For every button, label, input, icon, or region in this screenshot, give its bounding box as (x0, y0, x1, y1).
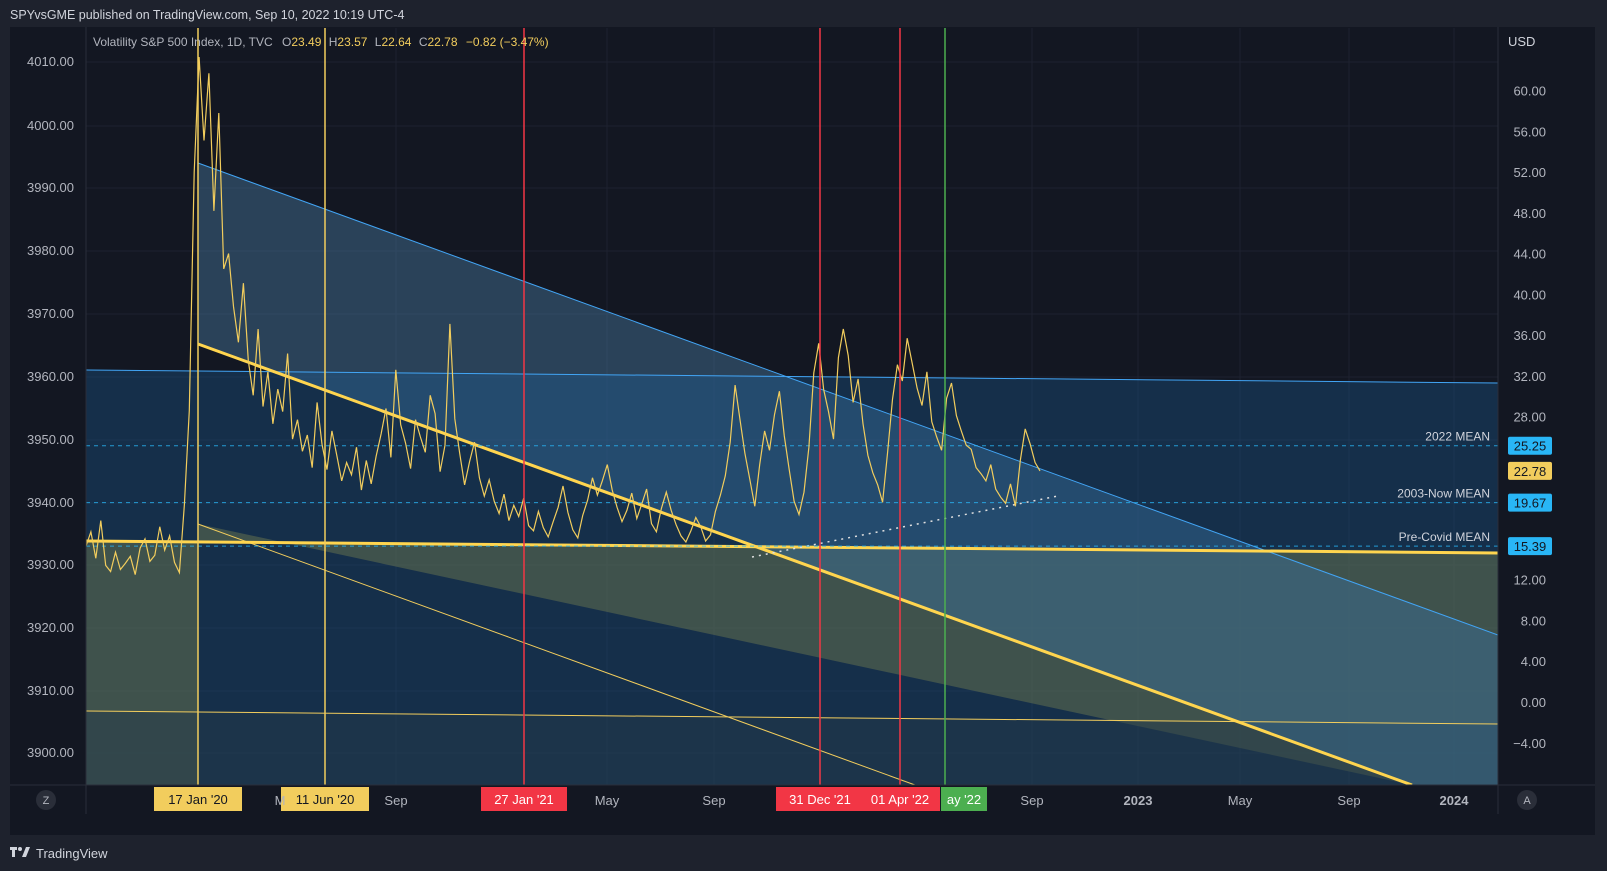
right-axis-tick: 40.00 (1513, 287, 1546, 302)
right-axis-tick: 60.00 (1513, 84, 1546, 99)
event-date-label: 11 Jun '20 (296, 792, 355, 807)
time-axis-tick: 2023 (1124, 793, 1153, 808)
left-axis-tick: 3980.00 (27, 243, 74, 258)
event-date-label: 01 Apr '22 (871, 792, 929, 807)
right-axis-tick: 52.00 (1513, 165, 1546, 180)
right-axis-tick: 0.00 (1521, 695, 1546, 710)
last-price-text: 22.78 (1514, 464, 1547, 479)
right-axis-tick: 36.00 (1513, 328, 1546, 343)
event-date-label: 31 Dec '21 (789, 792, 851, 807)
left-axis-tick: 3900.00 (27, 745, 74, 760)
drawings (86, 162, 1498, 785)
right-axis-tick: 28.00 (1513, 410, 1546, 425)
right-axis-tick: 4.00 (1521, 654, 1546, 669)
instrument-legend: Volatility S&P 500 Index, 1D, TVC O23.49… (93, 35, 549, 49)
time-axis-tick: 2024 (1440, 793, 1470, 808)
left-price-axis[interactable]: 4010.00 4000.00 3990.00 3980.00 3970.00 3960.… (27, 54, 74, 760)
left-axis-tick: 4010.00 (27, 54, 74, 69)
currency-label: USD (1508, 34, 1535, 49)
blue-rect-fill (86, 370, 1498, 785)
left-axis-tick: 3950.00 (27, 432, 74, 447)
mean-value-text: 25.25 (1514, 439, 1547, 454)
event-date-label: 27 Jan '21 (494, 792, 554, 807)
mean-label: Pre-Covid MEAN (1399, 530, 1490, 544)
left-axis-tick: 3960.00 (27, 369, 74, 384)
auto-zoom-button[interactable]: Z (36, 790, 56, 810)
time-axis-tick: Sep (1337, 793, 1360, 808)
right-axis-tick: 32.00 (1513, 369, 1546, 384)
svg-text:A: A (1523, 795, 1531, 807)
right-axis-tick: 56.00 (1513, 124, 1546, 139)
footer: TradingView (10, 846, 108, 861)
mean-value-text: 15.39 (1514, 539, 1547, 554)
brand-name[interactable]: TradingView (36, 846, 108, 861)
left-axis-tick: 3910.00 (27, 683, 74, 698)
left-axis-tick: 3970.00 (27, 306, 74, 321)
right-price-axis[interactable]: 60.00 56.00 52.00 48.00 44.00 40.00 36.00 32.00… (1508, 84, 1552, 751)
event-date-label: 17 Jan '20 (168, 792, 228, 807)
left-axis-tick: 3940.00 (27, 495, 74, 510)
right-axis-tick: −4.00 (1513, 736, 1546, 751)
right-axis-tick: 8.00 (1521, 613, 1546, 628)
left-axis-tick: 3990.00 (27, 180, 74, 195)
auto-scale-button[interactable]: A (1517, 790, 1537, 810)
time-axis-tick: Sep (702, 793, 725, 808)
time-axis-tick: May (595, 793, 620, 808)
right-axis-tick: 12.00 (1513, 573, 1546, 588)
left-axis-tick: 3930.00 (27, 557, 74, 572)
mean-value-text: 19.67 (1514, 496, 1547, 511)
left-axis-tick: 3920.00 (27, 620, 74, 635)
right-axis-tick: 48.00 (1513, 206, 1546, 221)
time-axis-tick: M (275, 793, 286, 808)
right-axis-tick: 44.00 (1513, 247, 1546, 262)
mean-label: 2003-Now MEAN (1397, 487, 1490, 501)
mean-label: 2022 MEAN (1425, 430, 1490, 444)
left-axis-tick: 4000.00 (27, 118, 74, 133)
time-axis-tick: May (1228, 793, 1253, 808)
tradingview-logo-icon[interactable] (10, 846, 30, 861)
time-axis-tick: Sep (384, 793, 407, 808)
time-axis-tick: Sep (1020, 793, 1043, 808)
event-date-label: ay '22 (947, 792, 981, 807)
svg-text:Z: Z (43, 795, 50, 807)
chart-svg: 2022 MEAN 2003-Now MEAN Pre-Covid MEAN 17 … (10, 27, 1595, 814)
